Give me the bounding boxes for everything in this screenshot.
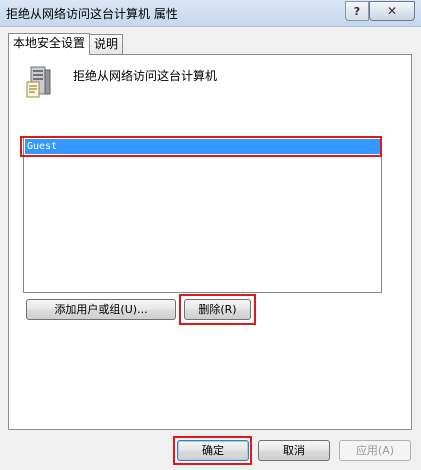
user-list[interactable]: Guest [23, 136, 382, 293]
apply-button[interactable]: 应用(A) [339, 440, 411, 461]
tab-local-security-setting[interactable]: 本地安全设置 [8, 33, 91, 55]
ok-button[interactable]: 确定 [177, 440, 249, 461]
window-title: 拒绝从网络访问这台计算机 属性 [6, 7, 178, 21]
remove-button[interactable]: 删除(R) [184, 299, 251, 320]
add-user-or-group-button[interactable]: 添加用户或组(U)... [26, 299, 176, 320]
close-button[interactable]: ✕ [369, 1, 415, 21]
title-bar[interactable]: 拒绝从网络访问这台计算机 属性 ? ✕ [0, 0, 421, 27]
properties-dialog: 拒绝从网络访问这台计算机 属性 ? ✕ 本地安全设置 说明 拒绝从网络访问这台计… [0, 0, 421, 470]
help-button[interactable]: ? [345, 1, 369, 21]
cancel-button[interactable]: 取消 [258, 440, 330, 461]
close-icon: ✕ [386, 4, 398, 18]
tab-explain[interactable]: 说明 [89, 34, 124, 54]
server-icon [26, 66, 51, 98]
tab-panel: 拒绝从网络访问这台计算机 Guest [8, 54, 412, 430]
help-icon: ? [353, 4, 361, 18]
list-item-guest[interactable]: Guest [25, 139, 380, 154]
policy-name: 拒绝从网络访问这台计算机 [73, 69, 218, 83]
tab-strip: 本地安全设置 说明 [8, 33, 124, 55]
